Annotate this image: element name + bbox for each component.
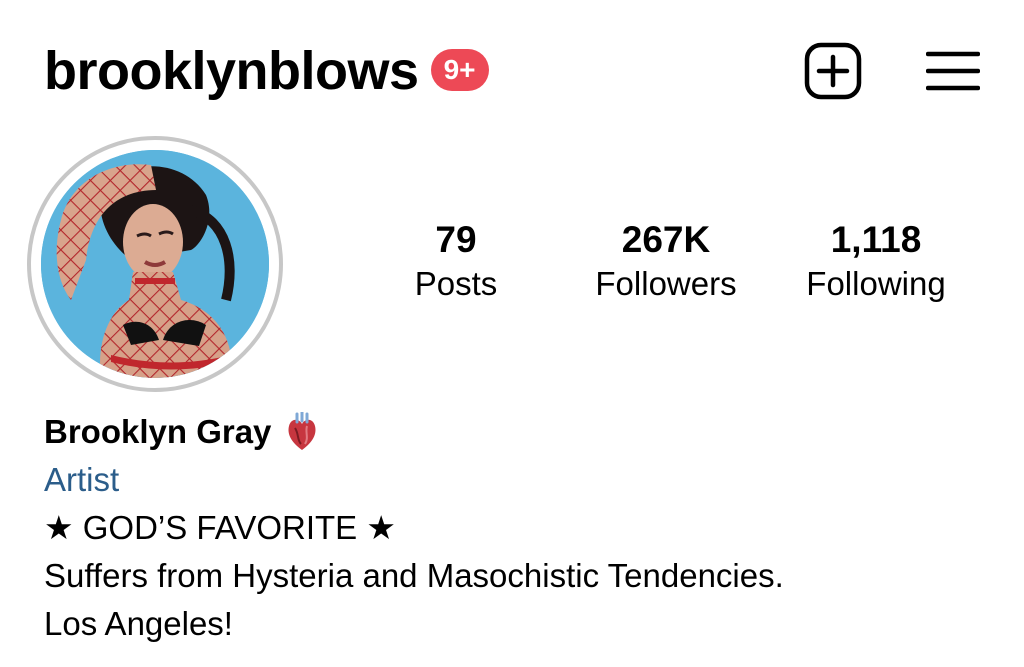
stat-label: Following [806, 265, 946, 302]
avatar [41, 150, 269, 378]
username-title[interactable]: brooklynblows [44, 44, 419, 98]
bio-line: ★ GOD’S FAVORITE ★ [44, 509, 396, 546]
avatar-photo [41, 150, 269, 378]
stat-followers[interactable]: 267K Followers [566, 218, 766, 306]
stat-label: Posts [414, 265, 498, 302]
category-label[interactable]: Artist [44, 456, 984, 504]
stat-count: 79 [435, 219, 477, 260]
header-actions [804, 42, 980, 100]
avatar-story-ring[interactable] [27, 136, 283, 392]
stat-posts[interactable]: 79 Posts [356, 218, 556, 306]
full-name: Brooklyn Gray [44, 413, 272, 450]
profile-header: brooklynblows 9+ [44, 38, 980, 104]
stat-following[interactable]: 1,118 Following [776, 218, 976, 306]
bio-line: Los Angeles! [44, 605, 233, 642]
bio-line: Suffers from Hysteria and Masochistic Te… [44, 557, 784, 594]
profile-bio: Brooklyn Gray Artist ★ GOD’S FAVORITE ★ … [44, 408, 984, 648]
notification-badge[interactable]: 9+ [430, 49, 489, 91]
profile-stats: 79 Posts 267K Followers 1,118 Following [380, 218, 980, 308]
new-post-button[interactable] [804, 42, 862, 100]
menu-button[interactable] [926, 49, 980, 93]
stat-label: Followers [595, 265, 737, 302]
hamburger-menu-icon [926, 51, 980, 91]
profile-screen: brooklynblows 9+ 79 Posts 267K Followers… [0, 0, 1024, 667]
stat-count: 1,118 [830, 219, 922, 260]
anatomical-heart-icon [288, 412, 316, 450]
full-name-row: Brooklyn Gray [44, 408, 984, 456]
stat-count: 267K [621, 219, 711, 260]
plus-square-icon [804, 42, 862, 100]
